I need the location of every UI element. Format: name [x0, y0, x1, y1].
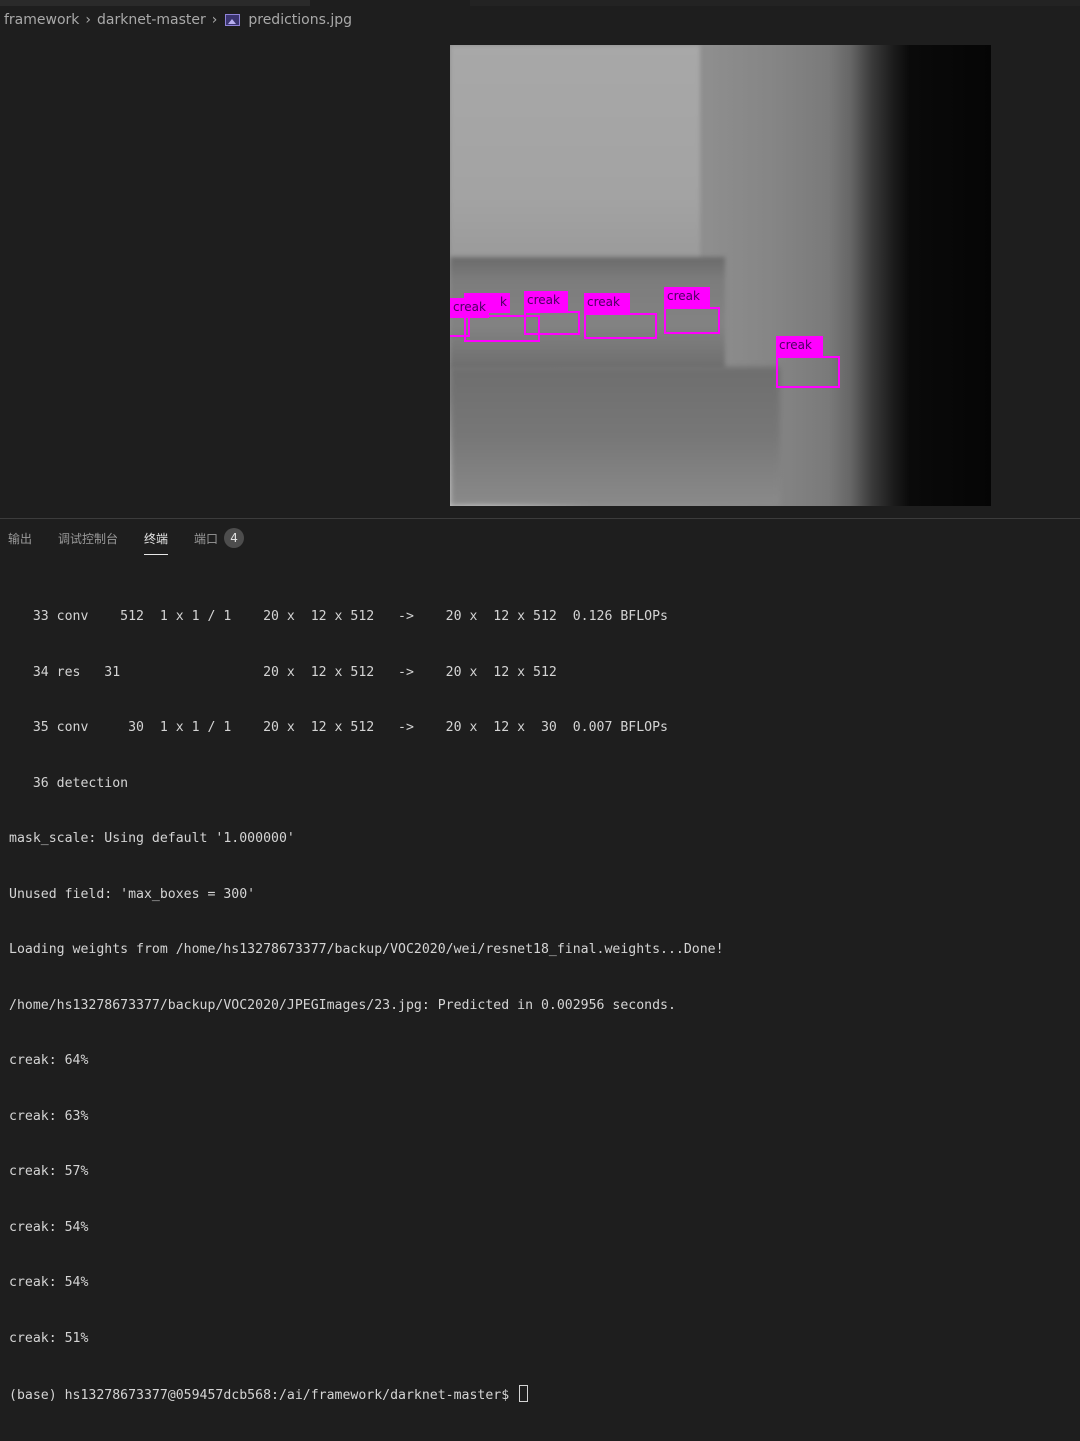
terminal-line: mask_scale: Using default '1.000000' [9, 831, 295, 846]
ports-count-badge: 4 [224, 528, 245, 548]
terminal-line: Unused field: 'max_boxes = 300' [9, 886, 256, 902]
editor-tab-strip [0, 0, 1080, 6]
terminal-line: creak: 51% [9, 1330, 89, 1346]
editor-tab[interactable] [0, 0, 310, 6]
detection-box [584, 313, 657, 339]
terminal-line: creak: 57% [9, 1164, 89, 1179]
terminal-line: creak: 64% [9, 1053, 89, 1068]
breadcrumb-item-darknet-master[interactable]: darknet-master [97, 12, 206, 28]
tab-bar-filler [470, 0, 1080, 6]
breadcrumb: framework › darknet-master › predictions… [4, 9, 352, 31]
tab-debug-console[interactable]: 调试控制台 [58, 527, 118, 557]
panel-tab-bar: 输出 调试控制台 终端 端口 4 [0, 527, 262, 557]
detection-label-overlay: creak [450, 298, 489, 318]
detection-label: creak [524, 291, 568, 311]
detection-label: creak [664, 287, 710, 307]
terminal-prompt-line[interactable]: (base) hs13278673377@059457dcb568:/ai/fr… [9, 1385, 1069, 1404]
breadcrumb-item-file[interactable]: predictions.jpg [248, 12, 352, 28]
terminal-line: 36 detection [9, 775, 129, 791]
terminal-line: 35 conv 30 1 x 1 / 1 20 x 12 x 512 -> 20… [9, 720, 668, 735]
tab-terminal[interactable]: 终端 [144, 527, 169, 557]
terminal-line: 33 conv 512 1 x 1 / 1 20 x 12 x 512 -> 2… [9, 609, 668, 624]
terminal-line: creak: 54% [9, 1219, 89, 1235]
chevron-right-icon: › [211, 12, 218, 28]
tab-output[interactable]: 输出 [8, 527, 32, 557]
detection-box [664, 307, 720, 334]
tab-ports[interactable]: 端口 4 [194, 527, 245, 557]
detection-box [524, 311, 580, 335]
terminal-line: /home/hs13278673377/backup/VOC2020/JPEGI… [9, 997, 676, 1013]
terminal-line: creak: 63% [9, 1108, 89, 1124]
terminal-line: 34 res 31 20 x 12 x 512 -> 20 x 12 x 512 [9, 664, 557, 680]
terminal-line: Loading weights from /home/hs13278673377… [9, 942, 724, 957]
breadcrumb-item-framework[interactable]: framework [4, 12, 79, 28]
detection-label: creak [776, 336, 823, 356]
terminal-prompt: (base) hs13278673377@059457dcb568:/ai/fr… [9, 1388, 518, 1403]
image-lower-wall [450, 367, 780, 506]
terminal-output[interactable]: 33 conv 512 1 x 1 / 1 20 x 12 x 512 -> 2… [9, 571, 1069, 1441]
tab-ports-label: 端口 [194, 532, 219, 546]
image-wall-panel [450, 45, 700, 263]
terminal-cursor [519, 1385, 529, 1402]
bottom-panel: 输出 调试控制台 终端 端口 4 33 conv 512 1 x 1 / 1 20… [0, 519, 1080, 1403]
terminal-line: creak: 54% [9, 1275, 89, 1290]
detection-label: creak [584, 293, 630, 313]
chevron-right-icon: › [85, 12, 92, 28]
image-preview[interactable]: creak k creak creak creak creak creak [450, 45, 991, 506]
image-file-icon [225, 14, 241, 26]
detection-box [776, 356, 840, 388]
